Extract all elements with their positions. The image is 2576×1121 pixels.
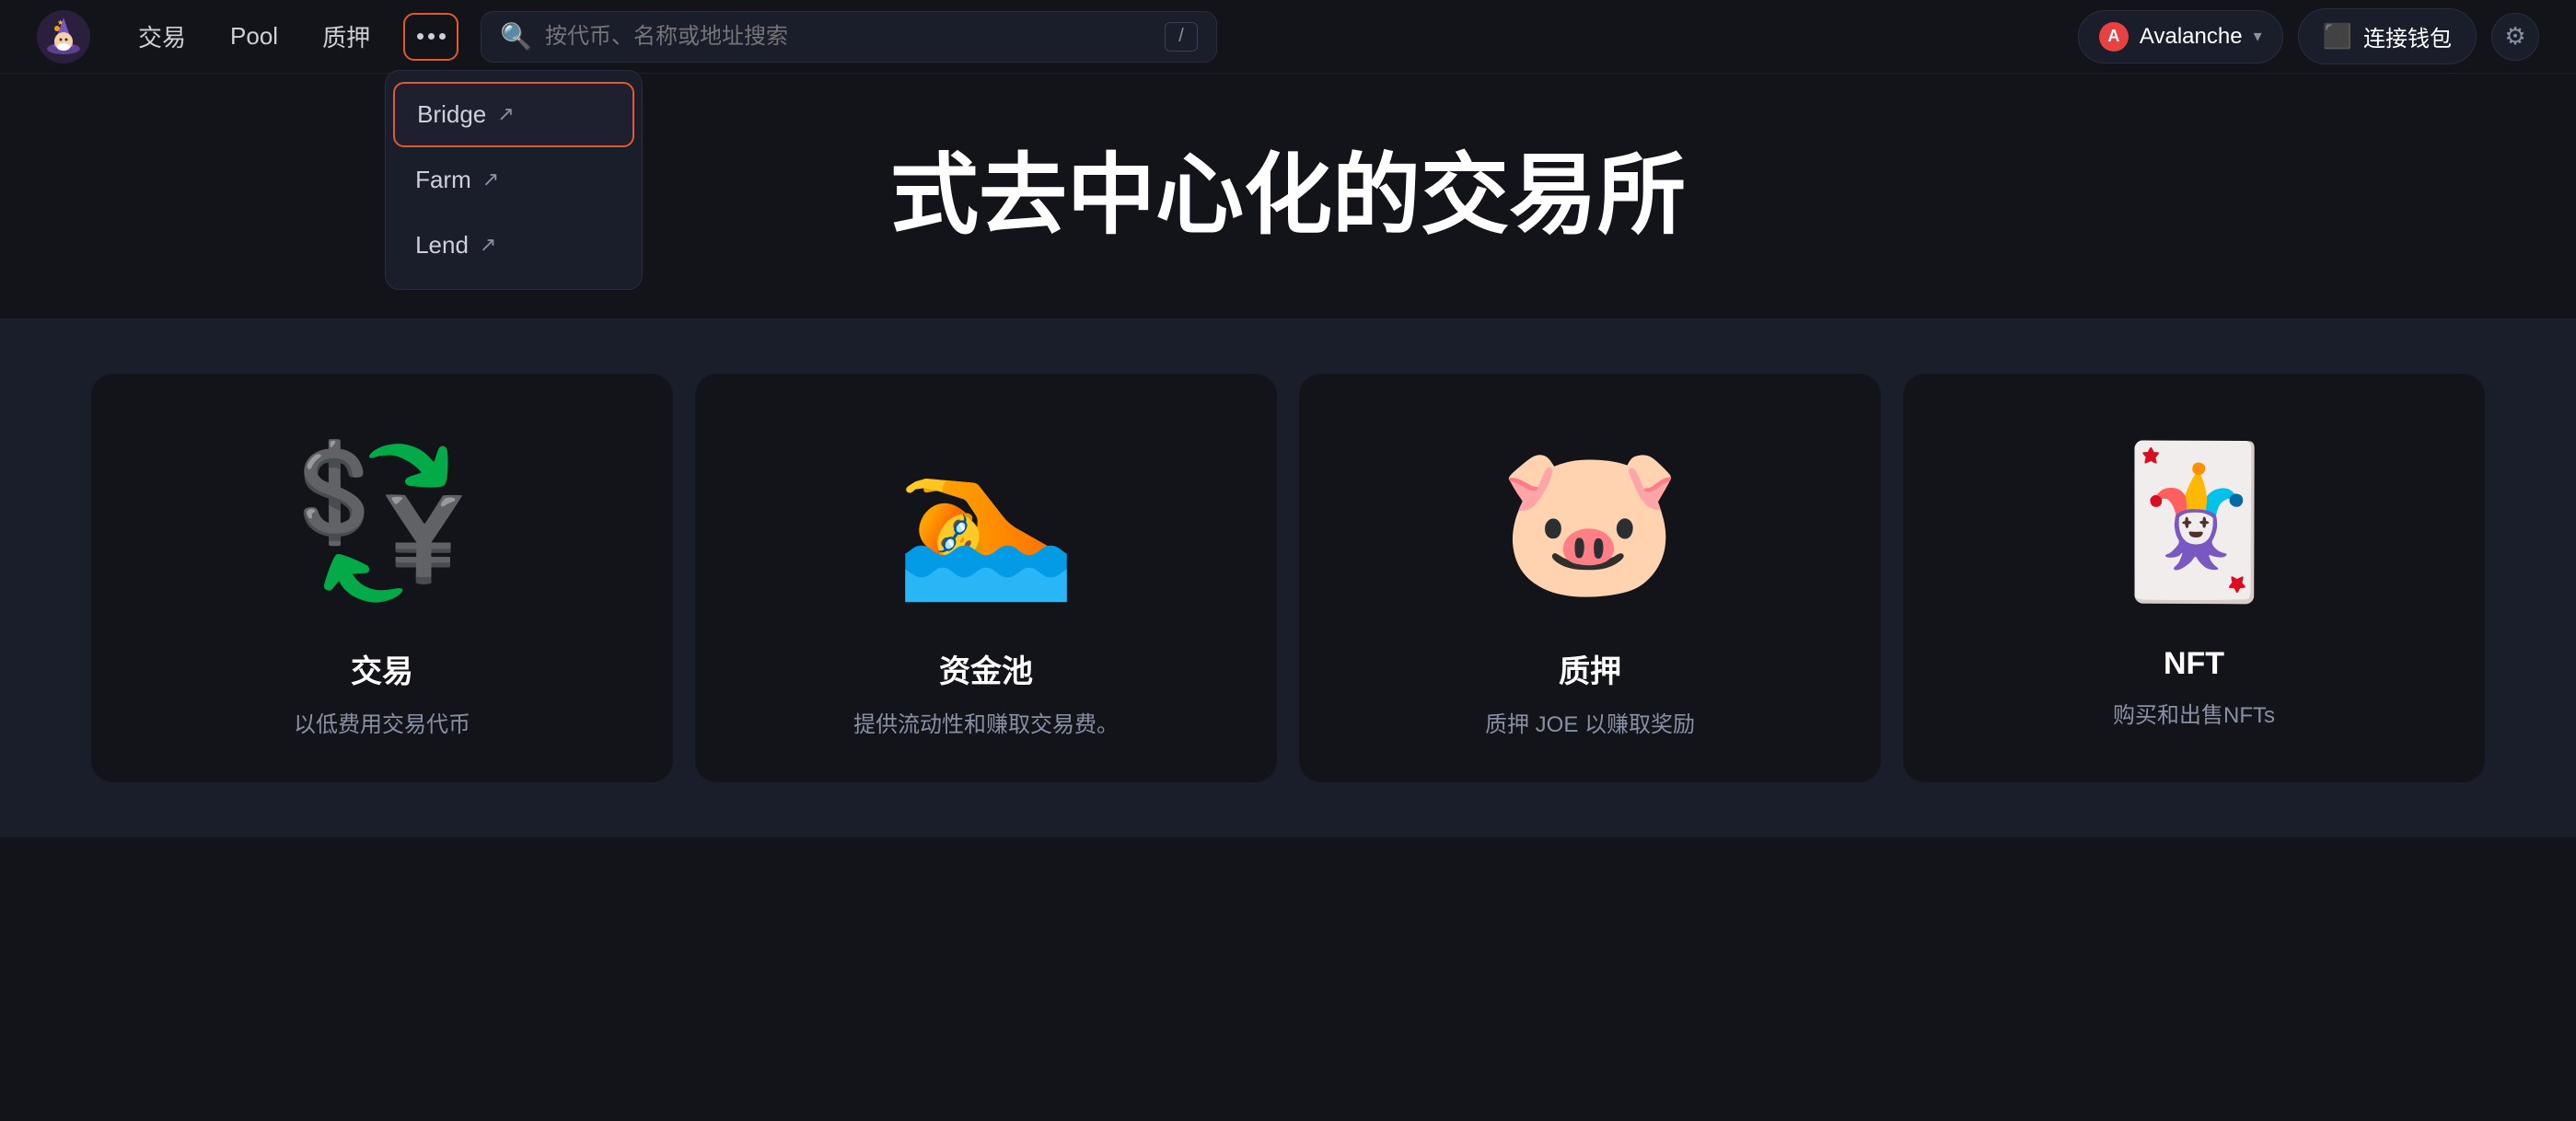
- more-dropdown-menu: Bridge ↗ Farm ↗ Lend ↗: [385, 70, 643, 290]
- lend-label: Lend: [415, 231, 469, 260]
- hero-title: 式去中心化的交易所: [890, 147, 1686, 245]
- card-nft[interactable]: 🃏 NFT 购买和出售NFTs: [1903, 374, 2485, 782]
- card-emoji-stake: 🐷: [1498, 410, 1681, 631]
- dot-3: [439, 33, 446, 40]
- cards-section: 💱 交易 以低费用交易代币 🏊 资金池 提供流动性和赚取交易费。 🐷 质押 质押…: [0, 318, 2576, 838]
- external-link-icon-bridge: ↗: [497, 102, 514, 126]
- settings-icon: ⚙: [2504, 22, 2525, 51]
- chevron-down-icon: ▾: [2254, 27, 2262, 46]
- card-desc-trade: 以低费用交易代币: [294, 706, 470, 738]
- card-desc-pool: 提供流动性和赚取交易费。: [853, 706, 1119, 738]
- card-title-nft: NFT: [2164, 646, 2224, 682]
- network-name: Avalanche: [2140, 24, 2243, 50]
- dot-2: [428, 33, 435, 40]
- search-icon: 🔍: [500, 21, 532, 52]
- external-link-icon-farm: ↗: [482, 168, 499, 191]
- wallet-icon: ⬛: [2323, 22, 2352, 51]
- card-desc-stake: 质押 JOE 以赚取奖励: [1485, 706, 1695, 738]
- more-button[interactable]: [403, 13, 458, 61]
- nav-stake[interactable]: 质押: [304, 10, 389, 63]
- bridge-label: Bridge: [417, 100, 486, 129]
- card-emoji-pool: 🏊: [894, 410, 1077, 631]
- card-stake[interactable]: 🐷 质押 质押 JOE 以赚取奖励: [1299, 374, 1881, 782]
- settings-button[interactable]: ⚙: [2491, 13, 2539, 61]
- search-bar: 🔍 /: [481, 11, 1217, 63]
- avalanche-icon: A: [2099, 22, 2129, 52]
- network-selector[interactable]: A Avalanche ▾: [2078, 10, 2283, 64]
- dot-1: [417, 33, 424, 40]
- svg-text:★: ★: [57, 18, 64, 27]
- card-desc-nft: 购买和出售NFTs: [2113, 697, 2275, 729]
- nav-right: A Avalanche ▾ ⬛ 连接钱包 ⚙: [2078, 8, 2539, 64]
- dropdown-item-lend[interactable]: Lend ↗: [386, 213, 642, 278]
- nav-pool[interactable]: Pool: [212, 13, 296, 60]
- card-pool[interactable]: 🏊 资金池 提供流动性和赚取交易费。: [695, 374, 1277, 782]
- farm-label: Farm: [415, 166, 471, 194]
- search-input[interactable]: [545, 24, 1165, 50]
- card-emoji-trade: 💱: [290, 410, 473, 631]
- search-slash-badge: /: [1165, 22, 1198, 52]
- nav-trade[interactable]: 交易: [120, 10, 204, 63]
- logo[interactable]: ★: [37, 10, 90, 64]
- cards-grid: 💱 交易 以低费用交易代币 🏊 资金池 提供流动性和赚取交易费。 🐷 质押 质押…: [91, 374, 2485, 782]
- more-dots-icon: [417, 33, 446, 40]
- nav-links: 交易 Pool 质押 Bridge ↗ Farm: [120, 10, 458, 63]
- external-link-icon-lend: ↗: [480, 233, 496, 257]
- card-trade[interactable]: 💱 交易 以低费用交易代币: [91, 374, 673, 782]
- card-title-trade: 交易: [351, 646, 413, 691]
- connect-wallet-button[interactable]: ⬛ 连接钱包: [2298, 8, 2477, 64]
- more-menu-wrapper: Bridge ↗ Farm ↗ Lend ↗: [396, 13, 458, 61]
- card-emoji-nft: 🃏: [2102, 410, 2285, 631]
- connect-wallet-label: 连接钱包: [2363, 20, 2452, 52]
- card-title-stake: 质押: [1559, 646, 1621, 691]
- navbar: ★ 交易 Pool 质押 Bridge ↗: [0, 0, 2576, 74]
- dropdown-item-farm[interactable]: Farm ↗: [386, 147, 642, 213]
- card-title-pool: 资金池: [939, 646, 1033, 691]
- dropdown-item-bridge[interactable]: Bridge ↗: [393, 82, 634, 147]
